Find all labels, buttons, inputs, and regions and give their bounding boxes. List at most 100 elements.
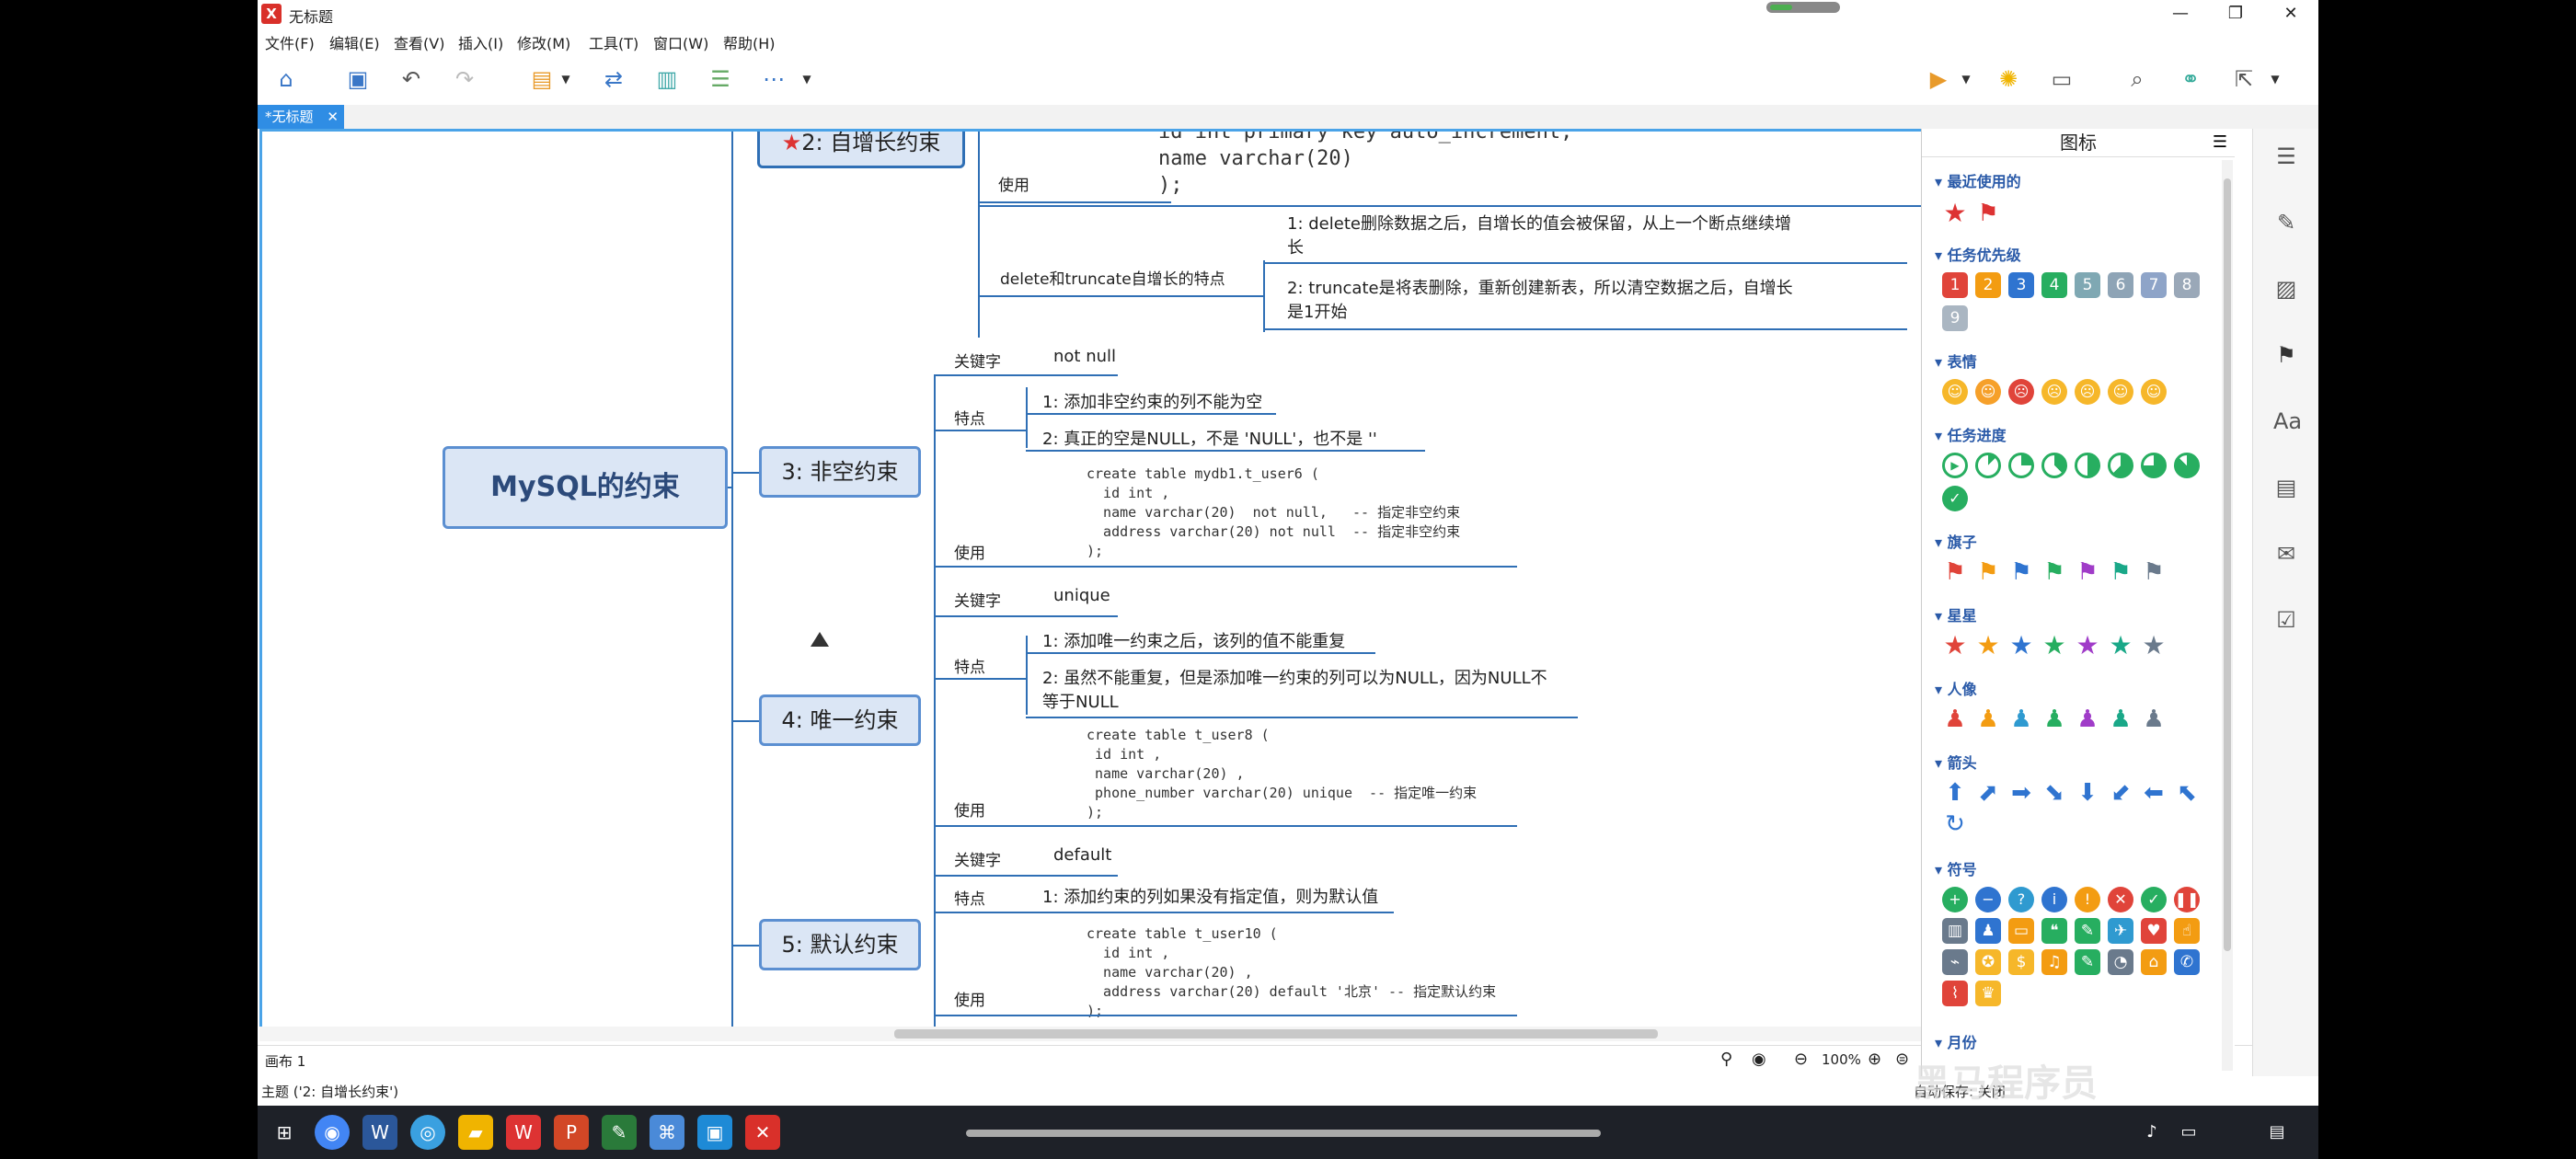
priority-4-icon[interactable]: 4	[2041, 272, 2067, 298]
star-green-icon[interactable]: ★	[2041, 633, 2067, 659]
section-emotion[interactable]: ▾ 表情	[1935, 350, 1977, 372]
bulb-icon[interactable]: ✺	[1993, 64, 2024, 94]
progress-12-icon[interactable]	[1975, 453, 2001, 478]
app-icon[interactable]: ✎	[602, 1115, 637, 1150]
notes-icon[interactable]: ▤	[2273, 475, 2299, 500]
section-arrows[interactable]: ▾ 箭头	[1935, 751, 1977, 773]
autoinc-point-1[interactable]: 1: delete删除数据之后，自增长的值会被保留，从上一个断点继续增	[1287, 211, 1791, 235]
not-null-point-2[interactable]: 2: 真正的空是NULL，不是 'NULL'，也不是 ''	[1042, 426, 1377, 450]
eye-icon[interactable]: ◉	[1752, 1050, 1766, 1069]
maximize-button[interactable]: ❐	[2208, 0, 2263, 28]
flag-icon[interactable]: ⚑	[1975, 201, 2001, 226]
progress-done-icon[interactable]: ✓	[1942, 486, 1968, 511]
arrow-left-icon[interactable]: ⬅	[2141, 780, 2167, 806]
pen-icon[interactable]: ✎	[2075, 949, 2100, 975]
chevron-down-icon[interactable]: ▼	[550, 64, 581, 94]
person-orange-icon[interactable]: ♟	[1975, 706, 2001, 732]
person-blue-icon[interactable]: ♟	[2008, 706, 2034, 732]
pause-icon[interactable]: ❚❚	[2174, 887, 2200, 912]
keyword-default[interactable]: default	[1053, 845, 1111, 865]
scroll-thumb[interactable]	[2224, 178, 2231, 951]
section-symbols[interactable]: ▾ 符号	[1935, 857, 1977, 879]
more-icon[interactable]: ⋯	[758, 64, 789, 94]
folder-icon[interactable]: ▰	[458, 1115, 493, 1150]
medal-icon[interactable]: ✪	[1975, 949, 2001, 975]
scroll-thumb[interactable]	[894, 1029, 1658, 1039]
not-null-point-1[interactable]: 1: 添加非空约束的列不能为空	[1042, 389, 1262, 413]
zoom-level[interactable]: 100%	[1822, 1051, 1861, 1068]
cart-icon[interactable]: ⌂	[2141, 949, 2167, 975]
font-icon[interactable]: Aa	[2273, 408, 2302, 434]
star-purple-icon[interactable]: ★	[2075, 633, 2100, 659]
xmind-icon[interactable]: ✕	[745, 1115, 780, 1150]
format-brush-icon[interactable]: ✎	[2273, 210, 2299, 235]
arrow-down-icon[interactable]: ⬇	[2075, 780, 2100, 806]
chart-icon[interactable]: ▥	[1942, 918, 1968, 944]
wink-icon[interactable]: ☺	[2108, 379, 2133, 405]
summary-icon[interactable]: ☰	[705, 64, 736, 94]
wps-icon[interactable]: W	[506, 1115, 541, 1150]
priority-8-icon[interactable]: 8	[2174, 272, 2200, 298]
minus-icon[interactable]: −	[1975, 887, 2001, 912]
default-point-1[interactable]: 1: 添加约束的列如果没有指定值，则为默认值	[1042, 884, 1378, 908]
dollar-icon[interactable]: $	[2008, 949, 2034, 975]
plane-icon[interactable]: ✈	[2108, 918, 2133, 944]
progress-87-icon[interactable]	[2174, 453, 2200, 478]
progress-50-icon[interactable]	[2075, 453, 2100, 478]
mindmap-canvas[interactable]: MySQL的约束 ★2: 自增长约束 id int primary key au…	[259, 129, 2160, 1032]
priority-6-icon[interactable]: 6	[2108, 272, 2133, 298]
priority-9-icon[interactable]: 9	[1942, 305, 1968, 331]
section-recent[interactable]: ▾ 最近使用的	[1935, 169, 2021, 191]
chevron-down-icon[interactable]: ▼	[791, 64, 822, 94]
person-teal-icon[interactable]: ♟	[2108, 706, 2133, 732]
minimize-button[interactable]: —	[2153, 0, 2208, 28]
branch-auto-increment[interactable]: ★2: 自增长约束	[757, 132, 965, 168]
star-orange-icon[interactable]: ★	[1975, 633, 2001, 659]
flag-purple-icon[interactable]: ⚑	[2075, 559, 2100, 585]
notification-icon[interactable]: ▤	[2260, 1115, 2294, 1150]
progress-start-icon[interactable]: ▶	[1942, 453, 1968, 478]
section-stars[interactable]: ▾ 星星	[1935, 603, 1977, 625]
keyword-not-null[interactable]: not null	[1053, 347, 1116, 366]
arrow-up-left-icon[interactable]: ⬉	[2174, 780, 2200, 806]
autoinc-point-2[interactable]: 2: truncate是将表删除，重新创建新表，所以清空数据之后，自增长	[1287, 275, 1793, 299]
menu-file[interactable]: 文件(F)	[265, 31, 315, 53]
flag-panel-icon[interactable]: ⚑	[2273, 342, 2299, 368]
clock-icon[interactable]: ◔	[2108, 949, 2133, 975]
thumbs-up-icon[interactable]: ☝	[2174, 918, 2200, 944]
tab-untitled[interactable]: *无标题 ✕	[258, 105, 344, 129]
system-tray-icon[interactable]: ♪	[2134, 1115, 2169, 1150]
image-icon[interactable]: ▨	[2273, 276, 2299, 302]
comment-icon[interactable]: ▭	[2008, 918, 2034, 944]
arrow-up-right-icon[interactable]: ⬈	[1975, 780, 2001, 806]
branch-unique[interactable]: 4: 唯一约束	[759, 694, 921, 746]
section-people[interactable]: ▾ 人像	[1935, 677, 1977, 699]
priority-1-icon[interactable]: 1	[1942, 272, 1968, 298]
surprise-icon[interactable]: ☹	[2075, 379, 2100, 405]
thermometer-icon[interactable]: ⌇	[1942, 981, 1968, 1006]
presentation-icon[interactable]: ▶	[1923, 64, 1954, 94]
priority-3-icon[interactable]: 3	[2008, 272, 2034, 298]
branch-not-null[interactable]: 3: 非空约束	[759, 446, 921, 498]
battery-icon[interactable]: ▭	[2171, 1115, 2206, 1150]
star-teal-icon[interactable]: ★	[2108, 633, 2133, 659]
redo-icon[interactable]: ↷	[449, 64, 480, 94]
arrow-down-left-icon[interactable]: ⬋	[2108, 780, 2133, 806]
warning-icon[interactable]: !	[2075, 887, 2100, 912]
refresh-icon[interactable]: ↻	[1942, 811, 1968, 837]
canvas-name[interactable]: 画布 1	[265, 1051, 305, 1071]
search-icon[interactable]: ⌕	[2122, 64, 2153, 94]
close-icon[interactable]: ✕	[327, 105, 339, 129]
smile-icon[interactable]: ☺	[1942, 379, 1968, 405]
laugh-icon[interactable]: ☺	[1975, 379, 2001, 405]
home-icon[interactable]: ⌂	[270, 64, 302, 94]
priority-7-icon[interactable]: 7	[2141, 272, 2167, 298]
plus-icon[interactable]: +	[1942, 887, 1968, 912]
quote-icon[interactable]: ❝	[2041, 918, 2067, 944]
filter-icon[interactable]: ⚲	[1720, 1050, 1732, 1069]
flag-teal-icon[interactable]: ⚑	[2108, 559, 2133, 585]
export-icon[interactable]: ⇱	[2228, 64, 2260, 94]
section-progress[interactable]: ▾ 任务进度	[1935, 423, 2007, 445]
panel-scrollbar[interactable]	[2222, 160, 2233, 1071]
panel-menu-icon[interactable]: ☰	[2213, 132, 2227, 152]
